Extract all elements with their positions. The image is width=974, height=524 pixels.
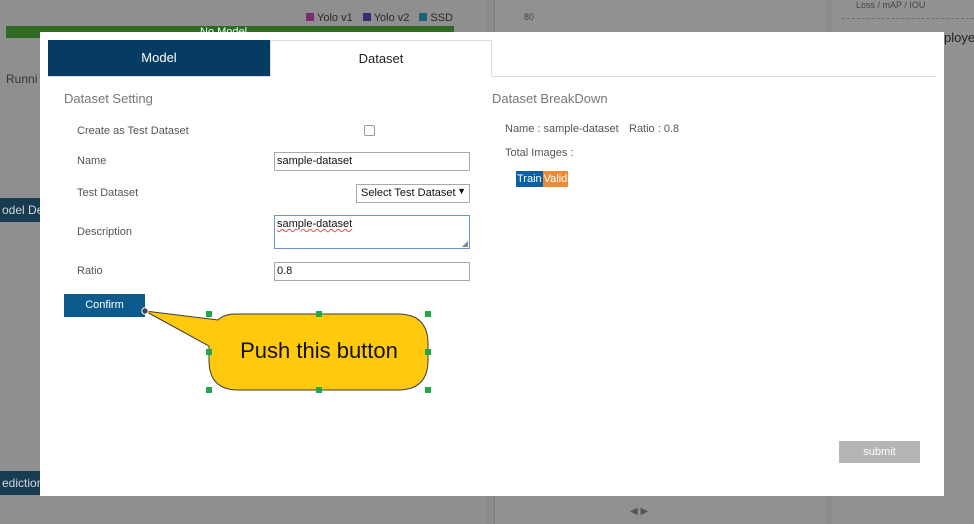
description-textarea[interactable]: sample-dataset ◢ [274,215,470,249]
breakdown-ratio: Ratio : 0.8 [629,123,680,135]
submit-button[interactable]: submit [839,441,920,463]
breakdown-name: Name : sample-dataset [505,123,619,135]
legend-swatch [306,13,314,21]
legend-label: SSD [430,12,453,24]
ratio-label: Ratio [77,265,103,277]
dataset-modal: Model Dataset Dataset Setting Create as … [40,32,944,496]
legend-label: Yolo v2 [373,12,410,24]
background-prediction-button: ediction [0,471,42,495]
legend-swatch [362,13,371,21]
background-running-label: Runni [6,72,38,86]
name-label: Name [77,155,107,167]
create-test-dataset-checkbox[interactable] [364,125,375,136]
description-value: sample-dataset [277,218,353,230]
legend-item: SSD [419,12,453,24]
ratio-input[interactable]: 0.8 [274,262,470,281]
background-scroll-arrows: ◀ ▶ [630,506,649,517]
resize-handle-icon[interactable]: ◢ [462,239,468,248]
background-metrics-header: Loss / mAP / IOU [856,0,926,10]
background-model-detail-button: odel De [0,198,42,222]
name-input[interactable]: sample-dataset [274,152,470,171]
dataset-setting-title: Dataset Setting [64,91,153,106]
tab-dataset[interactable]: Dataset [270,40,492,77]
background-deployed-text: ployec [944,30,974,45]
background-axis-tick: 80 [524,12,535,22]
dropdown-arrow-icon: ▼ [457,186,466,196]
callout-text: Push this button [240,338,398,363]
dataset-breakdown-title: Dataset BreakDown [492,91,608,106]
legend-item: Yolo v1 [306,12,353,24]
confirm-button[interactable]: Confirm [64,294,145,317]
description-label: Description [77,226,133,238]
create-test-dataset-label: Create as Test Dataset [77,125,189,137]
background-divider [842,18,974,19]
train-segment: Train [516,171,543,187]
train-valid-breakdown-bar: Train Valid [516,171,569,187]
tab-model[interactable]: Model [48,40,270,76]
legend-label: Yolo v1 [317,12,353,24]
test-dataset-selected: Select Test Dataset [361,187,456,199]
breakdown-total-images: Total Images : [505,147,574,159]
legend-swatch [419,13,428,21]
background-legend: Yolo v1 Yolo v2 SSD [306,12,453,24]
modal-tabs: Model Dataset [48,40,936,77]
test-dataset-select[interactable]: Select Test Dataset ▼ [356,184,470,203]
legend-item: Yolo v2 [362,12,410,24]
valid-segment: Valid [542,171,569,187]
test-dataset-label: Test Dataset [77,187,139,199]
